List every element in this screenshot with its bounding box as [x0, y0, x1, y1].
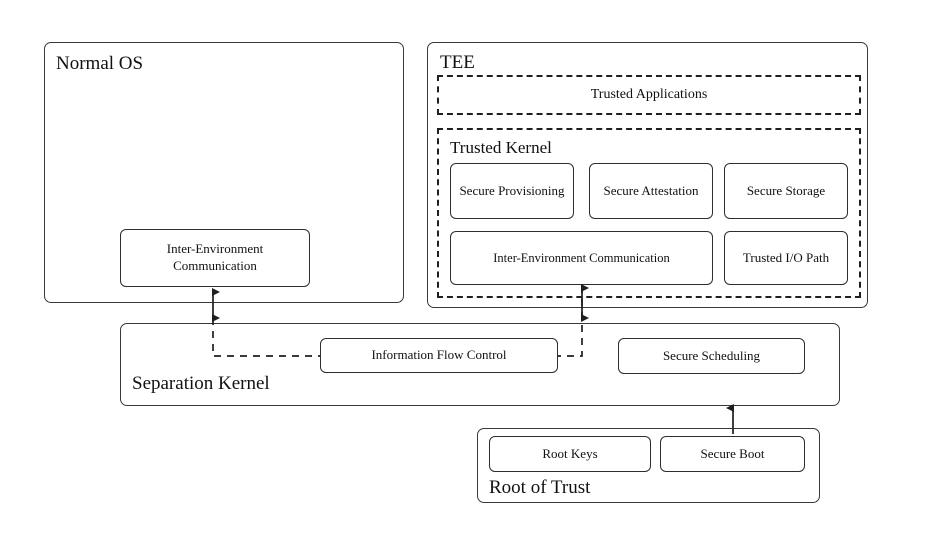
unit-secure-provisioning[interactable]: Secure Provisioning	[450, 163, 574, 219]
unit-tee-inter-environment-communication[interactable]: Inter-Environment Communication	[450, 231, 713, 285]
unit-information-flow-control[interactable]: Information Flow Control	[320, 338, 558, 373]
unit-root-keys[interactable]: Root Keys	[489, 436, 651, 472]
unit-secure-storage[interactable]: Secure Storage	[724, 163, 848, 219]
zone-root-of-trust-title: Root of Trust	[489, 477, 591, 498]
region-trusted-kernel-title: Trusted Kernel	[450, 138, 552, 157]
zone-tee-title: TEE	[440, 52, 475, 73]
diagram-canvas: Normal OS Inter-Environment Communicatio…	[0, 0, 940, 540]
unit-secure-scheduling[interactable]: Secure Scheduling	[618, 338, 805, 374]
unit-secure-boot[interactable]: Secure Boot	[660, 436, 805, 472]
region-trusted-applications-label: Trusted Applications	[590, 87, 708, 102]
unit-normal-os-inter-environment-communication[interactable]: Inter-Environment Communication	[120, 229, 310, 287]
unit-secure-attestation[interactable]: Secure Attestation	[589, 163, 713, 219]
unit-trusted-io-path[interactable]: Trusted I/O Path	[724, 231, 848, 285]
zone-normal-os-title: Normal OS	[56, 53, 144, 74]
zone-separation-kernel-title: Separation Kernel	[132, 373, 270, 394]
